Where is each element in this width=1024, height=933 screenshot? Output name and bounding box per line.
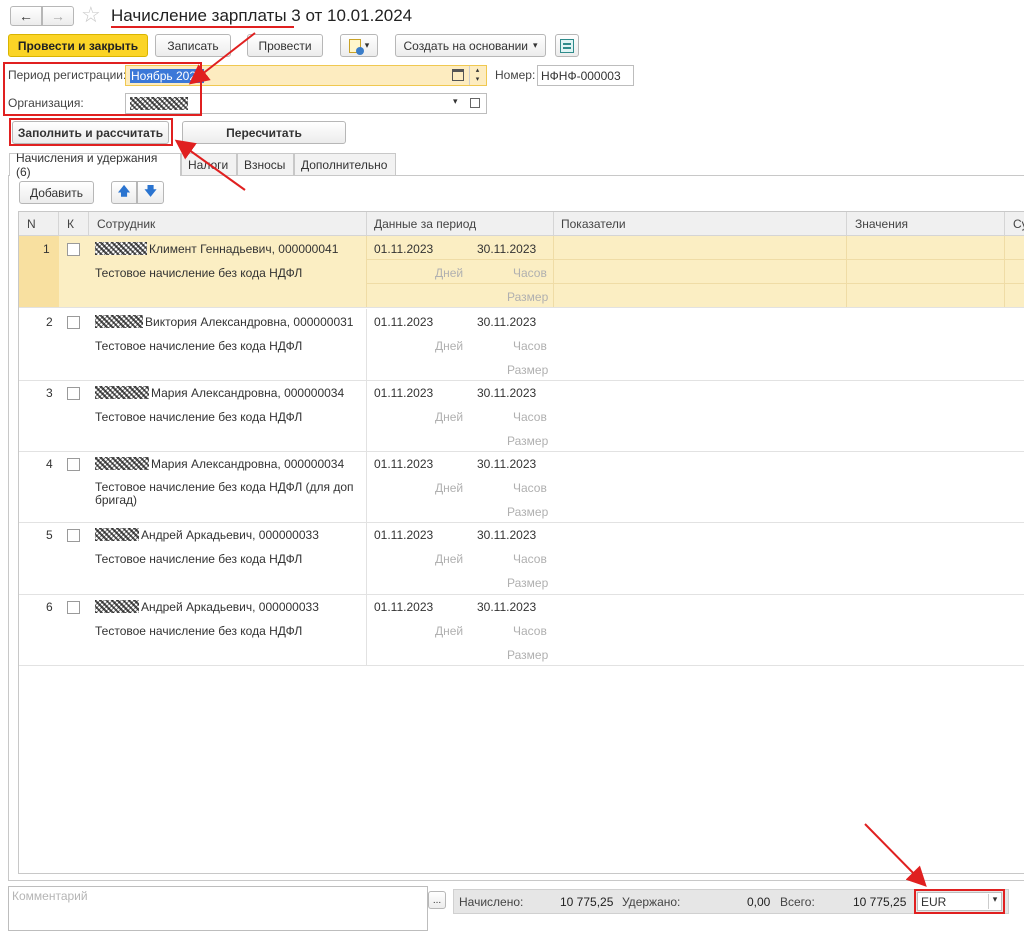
- arrow-to-fill-button: [174, 139, 246, 191]
- annotation-arrows: [174, 32, 927, 887]
- arrow-to-period: [188, 32, 256, 85]
- arrow-to-currency: [864, 823, 927, 887]
